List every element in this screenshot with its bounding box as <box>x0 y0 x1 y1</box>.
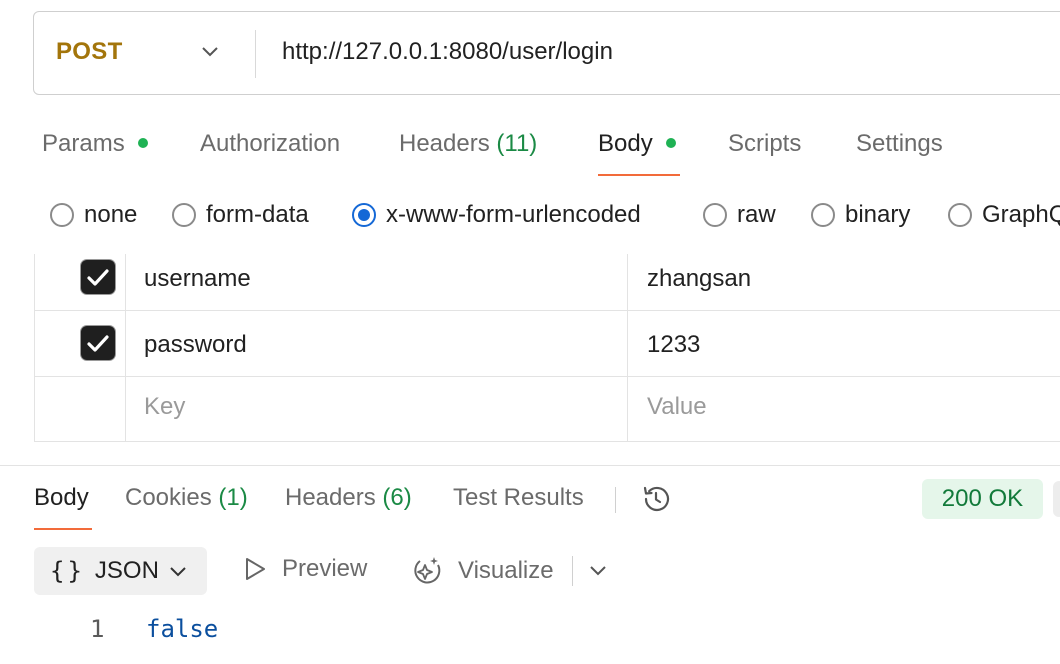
response-tab-cookies-label: Cookies <box>125 484 212 511</box>
radio-binary-label: binary <box>845 201 911 228</box>
tab-headers[interactable]: Headers (11) <box>399 130 537 158</box>
divider <box>255 30 256 78</box>
status-badge[interactable]: 200 OK <box>922 479 1043 519</box>
url-bar: POST http://127.0.0.1:8080/user/login <box>33 11 1060 95</box>
radio-raw[interactable]: raw <box>703 201 776 229</box>
response-tab-body-label: Body <box>34 484 89 511</box>
radio-graphql[interactable]: GraphQ <box>948 201 1060 229</box>
divider <box>572 556 573 586</box>
response-meta-chip[interactable] <box>1053 481 1060 517</box>
tab-authorization-label: Authorization <box>200 130 341 157</box>
radio-circle-selected <box>352 203 376 227</box>
response-tab-test-results-label: Test Results <box>453 484 584 511</box>
radio-form-data-label: form-data <box>206 201 309 228</box>
method-select[interactable]: POST <box>56 38 123 66</box>
play-icon <box>246 558 265 580</box>
tab-params[interactable]: Params <box>42 130 148 158</box>
response-tab-cookies-count: (1) <box>218 484 248 511</box>
status-dot <box>137 137 148 148</box>
line-number: 1 <box>90 615 105 643</box>
radio-none-label: none <box>84 201 138 228</box>
radio-form-data[interactable]: form-data <box>172 201 309 229</box>
response-tab-headers-label: Headers <box>285 484 376 511</box>
row-checkbox[interactable] <box>81 260 115 294</box>
table-row: password 1233 <box>34 311 1060 377</box>
radio-x-www-form-urlencoded[interactable]: x-www-form-urlencoded <box>352 201 641 229</box>
row-checkbox[interactable] <box>81 326 115 360</box>
visualize-sparkle-icon <box>414 557 441 584</box>
preview-button[interactable]: Preview <box>242 555 367 583</box>
tab-settings[interactable]: Settings <box>856 130 943 158</box>
radio-urlencoded-label: x-www-form-urlencoded <box>386 201 641 228</box>
radio-graphql-label: GraphQ <box>982 201 1060 228</box>
response-body-line[interactable]: false <box>146 615 218 643</box>
table-row-empty: Key Value <box>34 377 1060 442</box>
row-key[interactable]: username <box>144 265 251 293</box>
history-icon[interactable] <box>640 483 672 520</box>
tab-headers-count: (11) <box>496 130 538 157</box>
visualize-options-chevron-icon[interactable] <box>588 564 608 583</box>
radio-circle <box>811 203 835 227</box>
json-braces-icon: {} <box>50 557 85 585</box>
format-label: JSON <box>94 557 159 584</box>
tab-body[interactable]: Body <box>598 130 676 158</box>
checkmark-icon <box>87 269 109 286</box>
radio-binary[interactable]: binary <box>811 201 910 229</box>
divider <box>615 487 616 513</box>
tab-settings-label: Settings <box>856 130 943 157</box>
row-value[interactable]: 1233 <box>647 331 700 359</box>
key-input[interactable]: Key <box>144 393 185 421</box>
tab-body-label: Body <box>598 130 653 157</box>
body-type-radio-group: none form-data x-www-form-urlencoded raw… <box>0 201 1060 233</box>
preview-label: Preview <box>282 555 368 582</box>
radio-none[interactable]: none <box>50 201 137 229</box>
row-value[interactable]: zhangsan <box>647 265 751 293</box>
tab-headers-label: Headers <box>399 130 490 157</box>
radio-circle <box>703 203 727 227</box>
radio-raw-label: raw <box>737 201 776 228</box>
response-tab-test-results[interactable]: Test Results <box>453 484 584 512</box>
radio-circle <box>948 203 972 227</box>
row-key[interactable]: password <box>144 331 247 359</box>
status-dot <box>665 137 676 148</box>
radio-circle <box>172 203 196 227</box>
response-tab-cookies[interactable]: Cookies (1) <box>125 484 248 512</box>
tab-scripts[interactable]: Scripts <box>728 130 801 158</box>
chevron-down-icon[interactable] <box>201 45 219 63</box>
active-tab-underline <box>598 174 680 176</box>
active-tab-underline <box>34 528 92 530</box>
tab-scripts-label: Scripts <box>728 130 802 157</box>
url-input[interactable]: http://127.0.0.1:8080/user/login <box>282 38 613 66</box>
tab-params-label: Params <box>42 130 125 157</box>
checkmark-icon <box>87 335 109 352</box>
table-row: username zhangsan <box>34 254 1060 311</box>
visualize-label: Visualize <box>458 557 554 584</box>
visualize-button[interactable]: Visualize <box>412 555 554 587</box>
response-tab-body[interactable]: Body <box>34 484 89 512</box>
response-tab-headers-count: (6) <box>382 484 412 511</box>
chevron-down-icon <box>169 557 187 585</box>
section-divider <box>0 465 1060 466</box>
radio-circle <box>50 203 74 227</box>
value-input[interactable]: Value <box>647 393 707 421</box>
params-table: username zhangsan password 1233 Key Valu… <box>34 254 1060 442</box>
format-dropdown[interactable]: {} JSON <box>34 547 207 595</box>
tab-authorization[interactable]: Authorization <box>200 130 340 158</box>
response-tab-headers[interactable]: Headers (6) <box>285 484 412 512</box>
